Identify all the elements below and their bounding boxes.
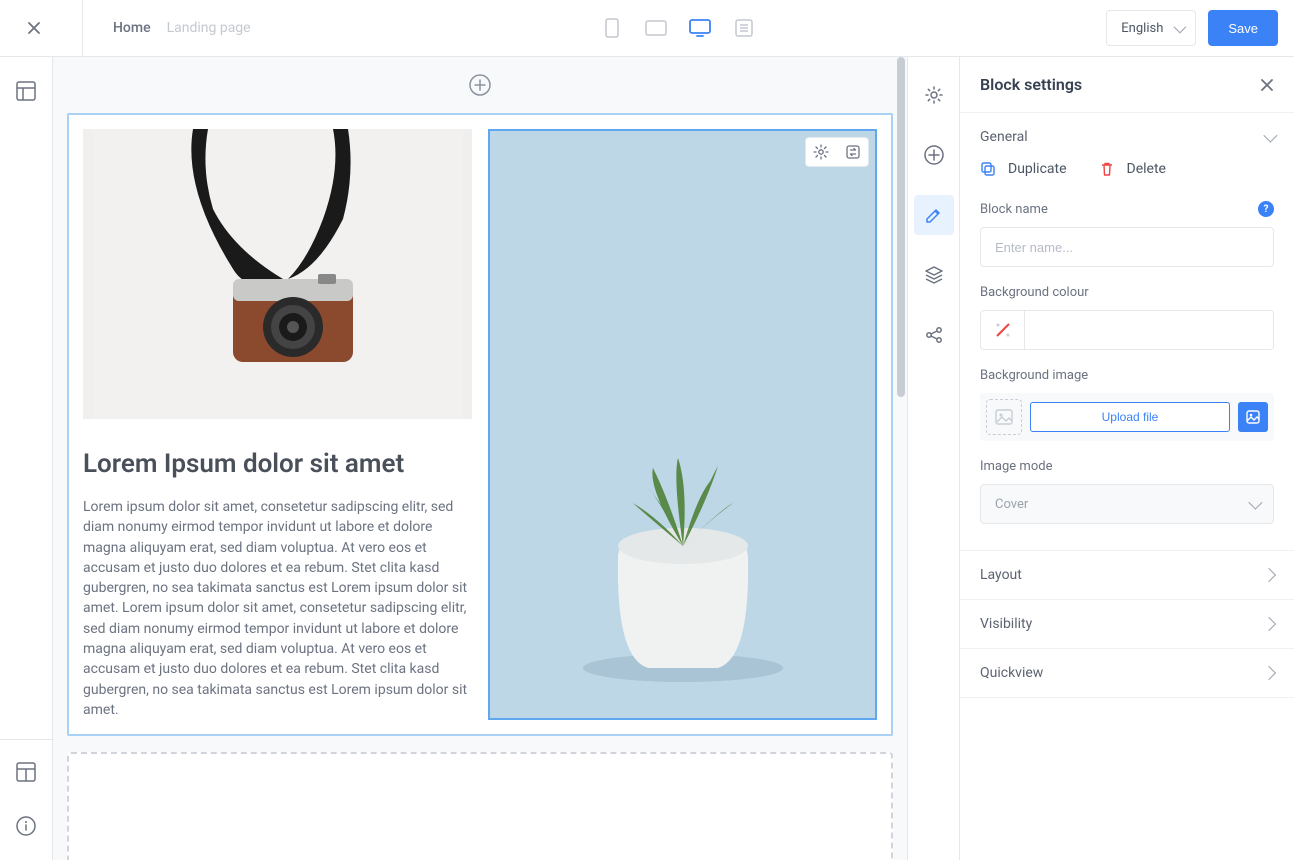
bg-color-label: Background colour [980, 285, 1089, 300]
delete-button[interactable]: Delete [1099, 161, 1166, 177]
duplicate-icon [980, 161, 996, 177]
no-color-icon[interactable] [981, 311, 1025, 349]
divider [82, 0, 83, 57]
duplicate-button[interactable]: Duplicate [980, 161, 1067, 177]
add-tab[interactable] [914, 135, 954, 175]
divider [0, 739, 52, 740]
language-select[interactable]: English [1106, 10, 1196, 46]
section-quickview-title: Quickview [980, 665, 1043, 681]
device-desktop-button[interactable] [684, 14, 716, 42]
image-mode-value: Cover [995, 497, 1028, 512]
image-mode-label: Image mode [980, 459, 1052, 474]
section-layout-title: Layout [980, 567, 1022, 583]
section-visibility-title: Visibility [980, 616, 1032, 632]
color-value[interactable] [1025, 311, 1273, 349]
image-left[interactable] [83, 129, 472, 419]
breadcrumb-page: Landing page [167, 20, 251, 36]
share-tab[interactable] [914, 315, 954, 355]
panel-close-button[interactable] [1260, 78, 1274, 92]
settings-tab[interactable] [914, 75, 954, 115]
save-button[interactable]: Save [1208, 10, 1278, 46]
chevron-right-icon [1262, 568, 1276, 582]
bg-image-label: Background image [980, 368, 1088, 383]
bg-color-picker[interactable] [980, 310, 1274, 350]
trash-icon [1099, 161, 1115, 177]
block-heading[interactable]: Lorem Ipsum dolor sit amet [83, 449, 472, 479]
breadcrumb-home[interactable]: Home [113, 20, 151, 36]
chevron-down-icon [1248, 496, 1262, 510]
section-visibility-header[interactable]: Visibility [960, 600, 1294, 648]
layout-button[interactable] [8, 73, 44, 109]
panel-title: Block settings [980, 75, 1082, 94]
image-right-selected[interactable] [488, 129, 877, 720]
info-button[interactable] [8, 808, 44, 844]
section-quickview-header[interactable]: Quickview [960, 649, 1294, 697]
section-general-header[interactable]: General [960, 113, 1294, 161]
canvas-scrollbar[interactable] [897, 57, 905, 397]
bg-image-thumb[interactable] [986, 399, 1022, 435]
section-layout-header[interactable]: Layout [960, 551, 1294, 599]
block-name-input[interactable] [980, 227, 1274, 267]
edit-tab[interactable] [914, 195, 954, 235]
image-swap-button[interactable] [838, 138, 868, 166]
add-block-button[interactable] [466, 71, 494, 99]
device-mobile-button[interactable] [596, 14, 628, 42]
help-icon[interactable]: ? [1258, 201, 1274, 217]
content-block[interactable]: Lorem Ipsum dolor sit amet Lorem ipsum d… [67, 113, 893, 736]
breadcrumb: Home Landing page [113, 20, 251, 36]
template-button[interactable] [8, 754, 44, 790]
duplicate-label: Duplicate [1008, 161, 1067, 177]
upload-file-button[interactable]: Upload file [1030, 402, 1230, 432]
chevron-right-icon [1262, 666, 1276, 680]
section-general-title: General [980, 129, 1028, 145]
block-body-text[interactable]: Lorem ipsum dolor sit amet, consetetur s… [83, 497, 472, 720]
device-tablet-button[interactable] [640, 14, 672, 42]
language-value: English [1121, 21, 1163, 36]
delete-label: Delete [1127, 161, 1166, 177]
image-toolbar [805, 137, 869, 167]
image-settings-button[interactable] [806, 138, 836, 166]
close-editor-button[interactable] [16, 10, 52, 46]
image-library-button[interactable] [1238, 402, 1268, 432]
layers-tab[interactable] [914, 255, 954, 295]
block-name-label: Block name [980, 202, 1048, 217]
device-list-button[interactable] [728, 14, 760, 42]
chevron-right-icon [1262, 617, 1276, 631]
empty-block-placeholder[interactable] [67, 752, 893, 860]
chevron-down-icon [1263, 129, 1277, 143]
image-mode-select[interactable]: Cover [980, 484, 1274, 524]
